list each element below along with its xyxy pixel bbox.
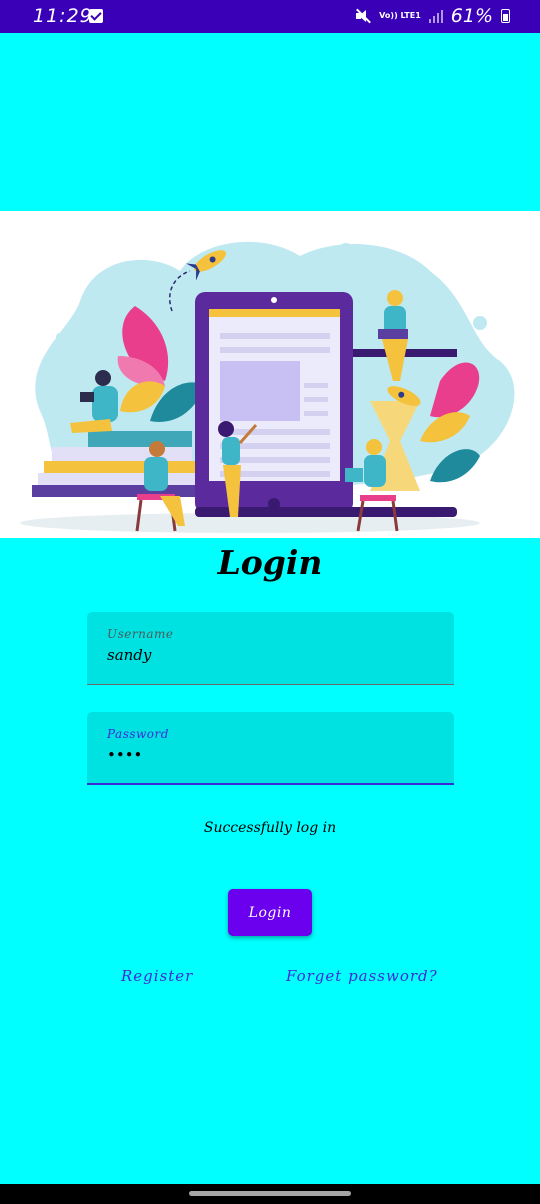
password-field[interactable]: Password <box>87 712 454 785</box>
battery-icon <box>501 9 510 23</box>
username-field[interactable]: Username <box>87 612 454 685</box>
register-link[interactable]: Register <box>121 967 193 985</box>
forget-password-link[interactable]: Forget password? <box>286 967 438 985</box>
home-handle[interactable] <box>189 1191 351 1196</box>
mute-icon <box>355 8 372 24</box>
page-title: Login <box>217 543 323 582</box>
status-message: Successfully log in <box>203 820 337 836</box>
signal-icon <box>428 9 443 23</box>
navigation-bar <box>0 1184 540 1204</box>
username-label: Username <box>107 627 174 641</box>
login-button[interactable]: Login <box>228 889 312 936</box>
status-time: 11:29 <box>33 5 93 27</box>
checkbox-notification-icon <box>89 9 103 23</box>
battery-percent: 61% <box>450 5 493 27</box>
password-input[interactable] <box>107 746 427 764</box>
hero-illustration <box>0 211 540 538</box>
status-bar: 11:29 Vo)) LTE1 61% <box>0 0 540 33</box>
people-working-on-tablet-illustration <box>20 241 515 533</box>
username-input[interactable] <box>107 646 427 664</box>
password-label: Password <box>107 727 169 741</box>
status-icons: Vo)) LTE1 61% <box>355 5 510 27</box>
network-label: Vo)) LTE1 <box>379 11 421 20</box>
